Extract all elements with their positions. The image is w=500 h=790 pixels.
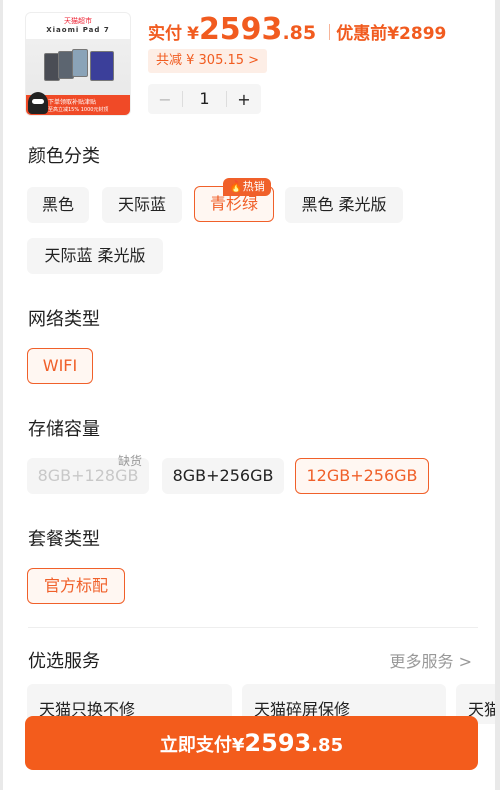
storage-option-8-256[interactable]: 8GB+256GB [162,458,284,494]
more-services-link[interactable]: 更多服务 > [390,648,473,672]
thumbnail-header: 天猫超市 Xiaomi Pad 7 [26,13,130,39]
price-line: 实付 ¥2593.85 优惠前¥2899 [148,12,446,47]
network-section-title: 网络类型 [28,309,100,330]
thumbnail-brand: 天猫超市 [64,17,92,25]
quantity-decrease-button[interactable]: − [148,90,182,109]
section-divider [28,627,478,628]
package-option-standard-selected[interactable]: 官方标配 [27,568,125,604]
original-price: ¥2899 [387,24,447,44]
color-option-sky-blue-matte[interactable]: 天际蓝 柔光版 [27,238,163,274]
thumbnail-promo-2: 至高立减15% 1000元封顶 [48,107,109,113]
price-decimal: .85 [282,22,317,44]
original-price-label: 优惠前 [336,24,388,44]
color-option-black[interactable]: 黑色 [27,187,89,223]
price-currency: ¥ [187,24,199,44]
color-section-title: 颜色分类 [28,146,100,167]
thumbnail-model: Xiaomi Pad 7 [46,26,110,34]
discount-details-button[interactable]: 共减 ¥ 305.15 > [148,49,268,73]
storage-section-title: 存储容量 [28,419,100,440]
network-option-wifi-selected[interactable]: WIFI [27,348,93,384]
quantity-stepper: − 1 + [148,84,261,114]
pay-button-integer: 2593 [244,729,312,757]
price-label: 实付 [148,24,182,44]
fire-icon: 🔥 [229,180,243,193]
services-section-title: 优选服务 [28,651,100,672]
storage-option-12-256-selected[interactable]: 12GB+256GB [295,458,429,494]
quantity-increase-button[interactable]: + [227,90,261,109]
product-thumbnail[interactable]: 天猫超市 Xiaomi Pad 7 下单领取补贴津贴 至高立减15% 1000元… [25,12,131,116]
sku-selector-sheet: 天猫超市 Xiaomi Pad 7 下单领取补贴津贴 至高立减15% 1000元… [3,0,495,790]
pay-button-currency: ¥ [231,735,245,756]
hot-sale-badge: 🔥热销 [223,178,271,196]
package-section-title: 套餐类型 [28,529,100,550]
hot-sale-label: 热销 [242,180,265,193]
tmall-cat-icon [28,92,48,114]
thumbnail-promo-1: 下单领取补贴津贴 [48,99,97,106]
price-separator [329,24,331,40]
pay-button-label: 立即支付 [159,735,232,756]
color-option-sky-blue[interactable]: 天际蓝 [102,187,182,223]
quantity-input[interactable]: 1 [182,91,227,107]
color-option-black-matte[interactable]: 黑色 柔光版 [285,187,403,223]
pay-button-decimal: .85 [311,735,344,756]
pay-now-button[interactable]: 立即支付¥2593.85 [25,716,478,770]
price-integer: 2593 [198,12,283,47]
out-of-stock-label: 缺货 [118,454,143,468]
